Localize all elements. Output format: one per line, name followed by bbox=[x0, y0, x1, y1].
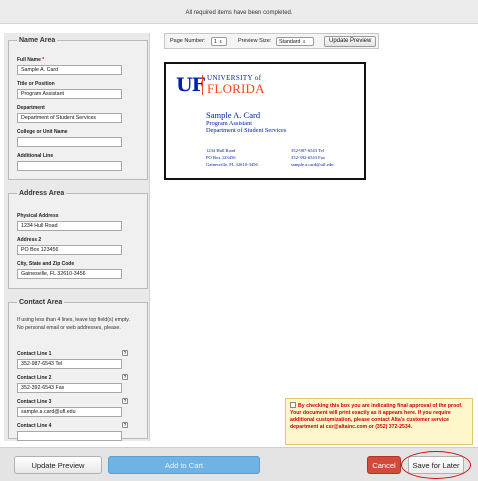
physical-address-label: Physical Address bbox=[17, 213, 59, 219]
completion-status-text: All required items have been completed. bbox=[185, 10, 293, 16]
card-contact-line: sample.a.card@ufl.edu bbox=[291, 162, 334, 167]
help-icon[interactable]: ? bbox=[122, 398, 128, 404]
address-2-label: Address 2 bbox=[17, 237, 42, 243]
college-input[interactable] bbox=[17, 137, 122, 147]
approval-checkbox[interactable] bbox=[290, 402, 296, 408]
contact-area-legend: Contact Area bbox=[19, 299, 63, 306]
approval-notice: By checking this box you are indicating … bbox=[285, 398, 473, 445]
additional-line-input[interactable] bbox=[17, 161, 122, 171]
help-icon[interactable]: ? bbox=[122, 374, 128, 380]
city-state-zip-input[interactable]: Gainesville, FL 32610-3456 bbox=[17, 269, 122, 279]
department-input[interactable]: Department of Student Services bbox=[17, 113, 122, 123]
name-area-group: Name Area Full Name * Sample A. Card Tit… bbox=[8, 37, 148, 180]
card-contact-line: 352-392-6543 Fax bbox=[291, 155, 326, 160]
physical-address-input[interactable]: 1234 Hull Road bbox=[17, 221, 122, 231]
contact-line-3-input[interactable]: sample.a.card@ufl.edu bbox=[17, 407, 122, 417]
card-department: Department of Student Services bbox=[206, 127, 287, 134]
highlight-circle bbox=[401, 451, 471, 479]
college-label: College or Unit Name bbox=[17, 129, 68, 135]
updown-arrows-icon: ⇕ bbox=[302, 39, 306, 44]
address-area-legend: Address Area bbox=[19, 190, 65, 197]
footer-bar: Update Preview Add to Cart Cancel Save f… bbox=[0, 447, 478, 481]
title-input[interactable]: Program Assistant bbox=[17, 89, 122, 99]
contact-area-group: Contact Area If using less than 4 lines,… bbox=[8, 299, 148, 441]
cancel-button[interactable]: Cancel bbox=[367, 456, 401, 474]
contact-line-4-label: Contact Line 4 bbox=[17, 423, 52, 429]
card-title: Program Assistant bbox=[206, 120, 253, 127]
toolbar-update-preview-button[interactable]: Update Preview bbox=[324, 36, 377, 47]
contact-line-4-input[interactable] bbox=[17, 431, 122, 441]
contact-line-2-input[interactable]: 352-392-6543 Fax bbox=[17, 383, 122, 393]
address-2-input[interactable]: PO Box 123456 bbox=[17, 245, 122, 255]
full-name-label: Full Name * bbox=[17, 57, 45, 63]
preview-size-label: Preview Size: bbox=[238, 38, 272, 44]
page-number-select[interactable]: 1 ⇕ bbox=[211, 37, 227, 46]
help-icon[interactable]: ? bbox=[122, 350, 128, 356]
contact-area-note: If using less than 4 lines, leave top fi… bbox=[17, 317, 130, 331]
business-card-preview: UF UNIVERSITY of FLORIDA Sample A. Card … bbox=[164, 62, 366, 180]
address-area-group: Address Area Physical Address 1234 Hull … bbox=[8, 190, 148, 289]
help-icon[interactable]: ? bbox=[122, 422, 128, 428]
contact-line-1-input[interactable]: 352-987-6543 Tel bbox=[17, 359, 122, 369]
full-name-input[interactable]: Sample A. Card bbox=[17, 65, 122, 75]
card-address-line: PO Box 123456 bbox=[206, 155, 236, 160]
uf-logo-mark: UF bbox=[176, 74, 205, 96]
contact-line-1-label: Contact Line 1 bbox=[17, 351, 52, 357]
approval-text: By checking this box you are indicating … bbox=[290, 403, 463, 430]
city-state-zip-label: City, State and Zip Code bbox=[17, 261, 75, 267]
name-area-legend: Name Area bbox=[19, 37, 56, 44]
preview-size-select[interactable]: Standard ⇕ bbox=[276, 37, 314, 46]
contact-line-3-label: Contact Line 3 bbox=[17, 399, 52, 405]
title-label: Title or Position bbox=[17, 81, 55, 87]
updown-arrows-icon: ⇕ bbox=[218, 39, 223, 44]
required-marker: * bbox=[42, 57, 45, 63]
add-to-cart-button[interactable]: Add to Cart bbox=[108, 456, 260, 474]
uf-logo: UF UNIVERSITY of FLORIDA bbox=[174, 72, 284, 98]
uf-logo-florida: FLORIDA bbox=[207, 81, 265, 96]
page-number-label: Page Number: bbox=[170, 38, 206, 44]
card-address-line: 1234 Hull Road bbox=[206, 148, 236, 153]
preview-toolbar: Page Number: 1 ⇕ Preview Size: Standard ⇕ … bbox=[164, 33, 379, 49]
card-name: Sample A. Card bbox=[206, 110, 261, 120]
card-address-line: Gainesville, FL 32610-3456 bbox=[206, 162, 258, 167]
card-contact-line: 352-987-6543 Tel bbox=[291, 148, 324, 153]
form-panel: Name Area Full Name * Sample A. Card Tit… bbox=[4, 33, 150, 441]
update-preview-button[interactable]: Update Preview bbox=[14, 456, 102, 474]
uf-logo-divider bbox=[202, 75, 203, 95]
additional-line-label: Additional Line bbox=[17, 153, 54, 159]
contact-line-2-label: Contact Line 2 bbox=[17, 375, 52, 381]
department-label: Department bbox=[17, 105, 45, 111]
completion-status-bar: All required items have been completed. bbox=[0, 0, 478, 24]
